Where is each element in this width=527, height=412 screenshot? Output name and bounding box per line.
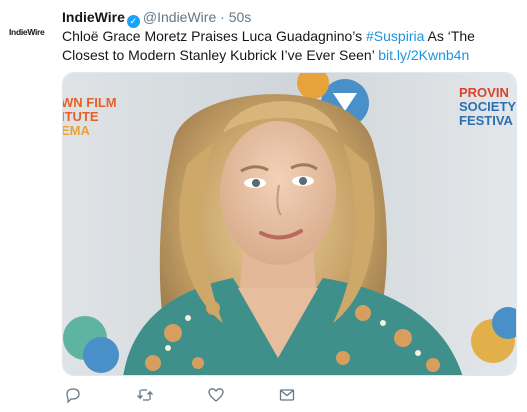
direct-message-icon	[279, 389, 295, 401]
tweet-media-image[interactable]: WN FILM ITUTE EMA PROVIN SOCIETY FESTIVA	[62, 72, 517, 376]
tweet-actions	[62, 384, 362, 406]
backdrop-text-right: SOCIETY	[459, 99, 516, 114]
reply-icon	[66, 388, 80, 403]
backdrop-text-right: PROVIN	[459, 85, 509, 100]
display-name[interactable]: IndieWire	[62, 9, 125, 25]
tweet-text-part: Chloë Grace Moretz Praises Luca Guadagni…	[62, 28, 367, 44]
backdrop-text-left: WN FILM	[63, 95, 117, 110]
avatar-text: IndieWire	[9, 27, 45, 37]
timestamp[interactable]: 50s	[229, 9, 252, 25]
like-button[interactable]	[205, 384, 227, 406]
url-link[interactable]: bit.ly/2Kwnb4n	[378, 47, 469, 63]
avatar[interactable]: IndieWire	[9, 27, 55, 41]
backdrop-text-left: EMA	[63, 123, 91, 138]
photo: WN FILM ITUTE EMA PROVIN SOCIETY FESTIVA	[63, 73, 516, 375]
hashtag-link[interactable]: #Suspiria	[366, 28, 424, 44]
separator: ·	[220, 9, 225, 25]
backdrop-text-right: FESTIVA	[459, 113, 514, 128]
handle[interactable]: @IndieWire	[143, 9, 216, 25]
backdrop-text-left: ITUTE	[63, 109, 99, 124]
like-icon	[208, 388, 224, 402]
tweet-text: Chloë Grace Moretz Praises Luca Guadagni…	[62, 27, 517, 65]
retweet-icon	[137, 389, 153, 401]
reply-button[interactable]	[62, 384, 84, 406]
tweet-header: IndieWire ✓ @IndieWire · 50s	[62, 7, 252, 28]
tweet[interactable]: IndieWire IndieWire ✓ @IndieWire · 50s Chl…	[0, 0, 527, 412]
direct-message-button[interactable]	[276, 384, 298, 406]
retweet-button[interactable]	[134, 384, 156, 406]
